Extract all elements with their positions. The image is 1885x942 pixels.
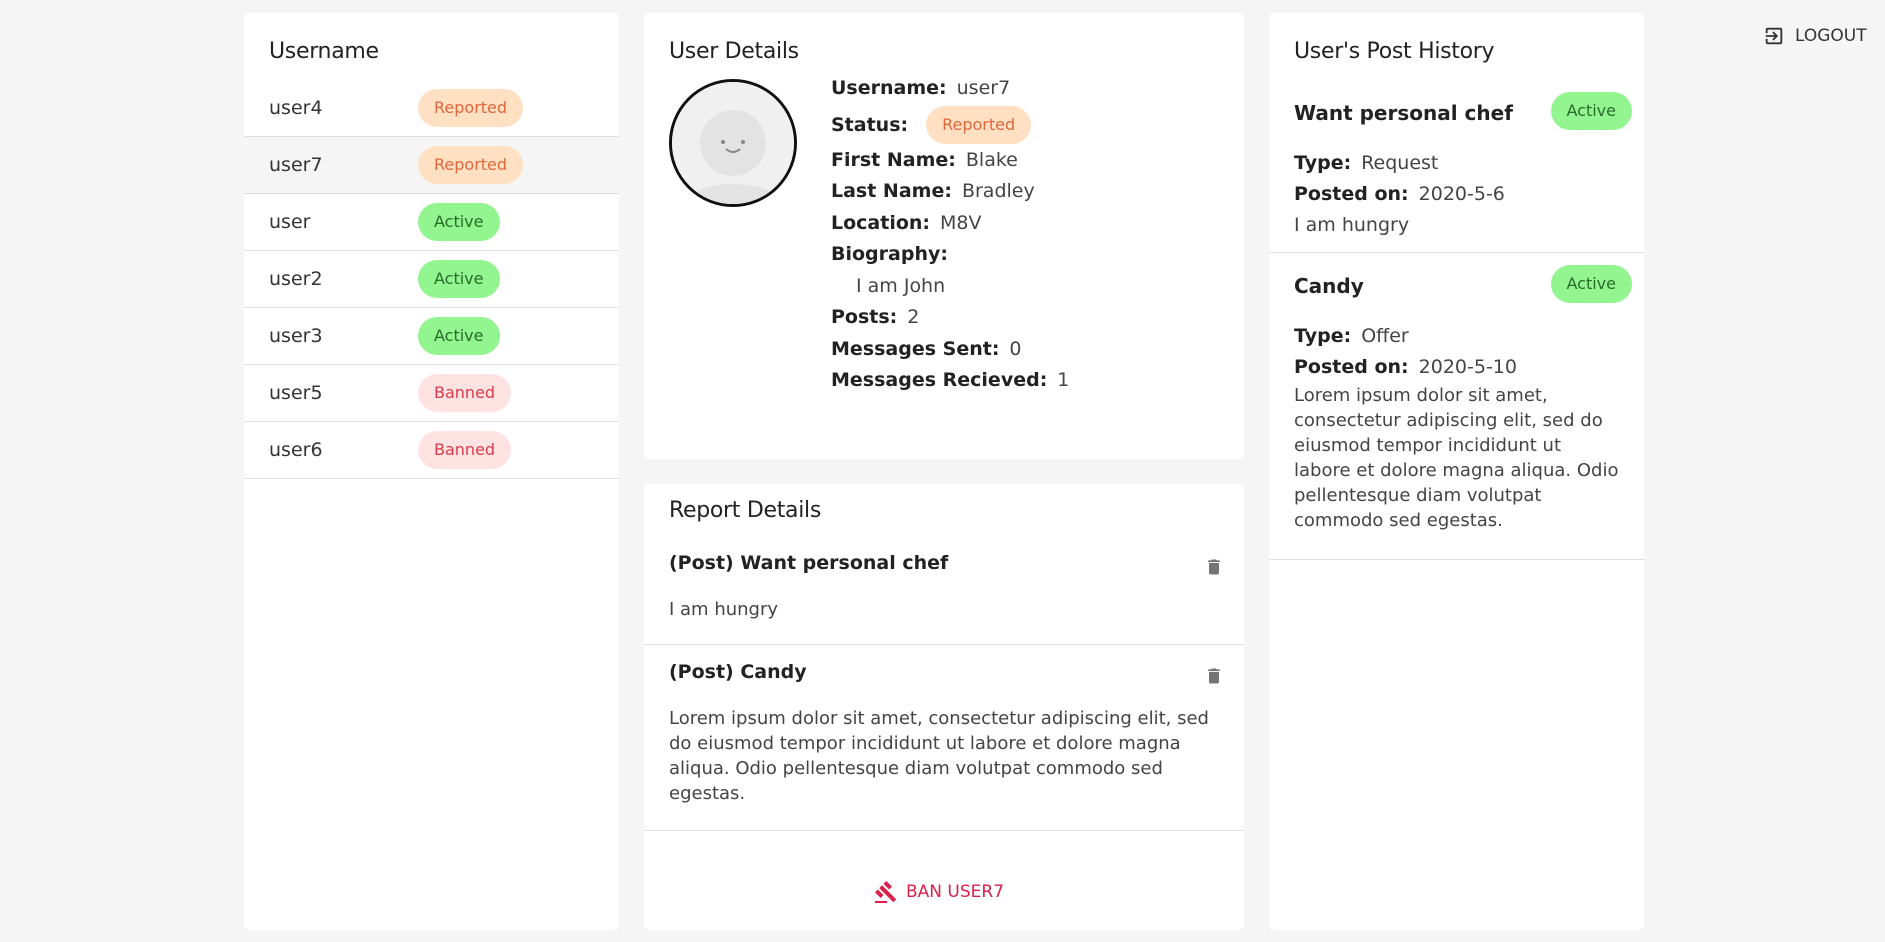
detail-label: Last Name: <box>831 180 952 202</box>
detail-biography: Biography: <box>831 239 1069 271</box>
report-title: (Post) Candy <box>669 661 807 683</box>
user-detail-list: Username: user7 Status: Reported First Nam… <box>831 73 1069 397</box>
post-date: 2020-5-6 <box>1418 183 1505 205</box>
detail-label: First Name: <box>831 148 956 171</box>
report-details-panel: Report Details (Post) Want personal chef… <box>644 484 1244 930</box>
user-row[interactable]: user7 Reported <box>244 137 619 194</box>
post-item: Want personal chef Active Type: Request P… <box>1269 80 1644 253</box>
detail-label: Posts: <box>831 306 898 328</box>
user-row[interactable]: user5 Banned <box>244 365 619 422</box>
avatar-placeholder-icon <box>672 82 794 204</box>
users-panel: Username user4 Reported user7 Reported u… <box>244 13 619 930</box>
detail-value: user7 <box>956 77 1011 99</box>
post-type-label: Type: <box>1294 152 1352 174</box>
user-row[interactable]: user Active <box>244 194 619 251</box>
status-badge: Banned <box>418 374 512 412</box>
detail-messages-sent: Messages Sent: 0 <box>831 334 1069 366</box>
logout-button[interactable]: LOGOUT <box>1763 25 1867 47</box>
detail-value: Blake <box>965 148 1018 171</box>
post-type-label: Type: <box>1294 325 1352 347</box>
detail-messages-received: Messages Recieved: 1 <box>831 365 1069 397</box>
gavel-icon <box>874 881 897 903</box>
avatar <box>669 79 797 207</box>
detail-label: Location: <box>831 211 931 234</box>
detail-status: Status: Reported <box>831 105 1069 145</box>
ban-user-label: BAN USER7 <box>906 882 1005 902</box>
user-list: user4 Reported user7 Reported user Activ… <box>244 80 619 479</box>
report-item: (Post) Want personal chef I am hungry <box>644 552 1244 645</box>
detail-value: 1 <box>1057 369 1070 391</box>
user-row[interactable]: user2 Active <box>244 251 619 308</box>
status-badge: Active <box>418 203 500 241</box>
detail-username: Username: user7 <box>831 73 1069 105</box>
user-name: user <box>269 211 311 233</box>
users-panel-title: Username <box>269 39 379 64</box>
post-date-label: Posted on: <box>1294 183 1409 205</box>
post-title: Want personal chef <box>1294 101 1513 125</box>
status-badge: Banned <box>418 431 512 469</box>
post-description: Lorem ipsum dolor sit amet, consectetur … <box>1294 385 1619 531</box>
status-badge: Reported <box>418 146 524 184</box>
detail-value: Bradley <box>961 180 1035 202</box>
post-meta: Type: Request Posted on: 2020-5-6 I am hun… <box>1294 148 1619 241</box>
user-name: user6 <box>269 439 323 461</box>
status-badge: Active <box>418 260 500 298</box>
detail-location: Location: M8V <box>831 208 1069 240</box>
post-date: 2020-5-10 <box>1418 356 1517 378</box>
status-badge: Active <box>1550 265 1632 303</box>
detail-last-name: Last Name: Bradley <box>831 176 1069 208</box>
detail-value: 2 <box>907 306 920 328</box>
user-row[interactable]: user4 Reported <box>244 80 619 137</box>
post-date-label: Posted on: <box>1294 356 1409 378</box>
detail-first-name: First Name: Blake <box>831 145 1069 177</box>
report-details-title: Report Details <box>669 498 821 523</box>
user-name: user7 <box>269 154 323 176</box>
post-type: Offer <box>1361 325 1409 347</box>
user-details-title: User Details <box>669 39 799 64</box>
status-badge: Reported <box>418 89 524 127</box>
detail-posts: Posts: 2 <box>831 302 1069 334</box>
logout-label: LOGOUT <box>1795 26 1867 46</box>
user-name: user4 <box>269 97 323 119</box>
detail-label: Messages Sent: <box>831 337 1000 360</box>
post-title: Candy <box>1294 274 1364 298</box>
post-history-title: User's Post History <box>1294 39 1495 64</box>
user-details-panel: User Details Username: user7 Status: Repor… <box>644 13 1244 459</box>
detail-value: 0 <box>1009 337 1022 360</box>
status-badge: Active <box>1550 92 1632 130</box>
detail-label: Biography: <box>831 243 948 265</box>
detail-label: Username: <box>831 77 947 99</box>
report-body: Lorem ipsum dolor sit amet, consectetur … <box>669 708 1209 804</box>
report-body: I am hungry <box>669 599 779 620</box>
logout-icon <box>1765 27 1783 45</box>
detail-label: Messages Recieved: <box>831 369 1048 391</box>
detail-label: Status: <box>831 113 909 136</box>
report-title: (Post) Want personal chef <box>669 552 949 574</box>
post-history-panel: User's Post History Want personal chef A… <box>1269 13 1644 930</box>
post-item: Candy Active Type: Offer Posted on: 2020-5… <box>1269 253 1644 560</box>
post-type: Request <box>1361 152 1439 174</box>
user-row[interactable]: user3 Active <box>244 308 619 365</box>
status-badge: Active <box>418 317 500 355</box>
detail-value: M8V <box>940 211 982 234</box>
user-row[interactable]: user6 Banned <box>244 422 619 479</box>
delete-icon[interactable] <box>1204 665 1224 687</box>
status-badge: Reported <box>926 106 1032 144</box>
delete-icon[interactable] <box>1204 556 1224 578</box>
biography-text: I am John <box>856 274 946 297</box>
post-description: I am hungry <box>1294 214 1410 236</box>
user-name: user5 <box>269 382 323 404</box>
post-meta: Type: Offer Posted on: 2020-5-10 Lorem ips… <box>1294 321 1619 533</box>
user-name: user3 <box>269 325 323 347</box>
ban-user-button[interactable]: BAN USER7 <box>874 880 1004 904</box>
user-name: user2 <box>269 268 323 290</box>
report-item: (Post) Candy Lorem ipsum dolor sit amet,… <box>644 661 1244 831</box>
